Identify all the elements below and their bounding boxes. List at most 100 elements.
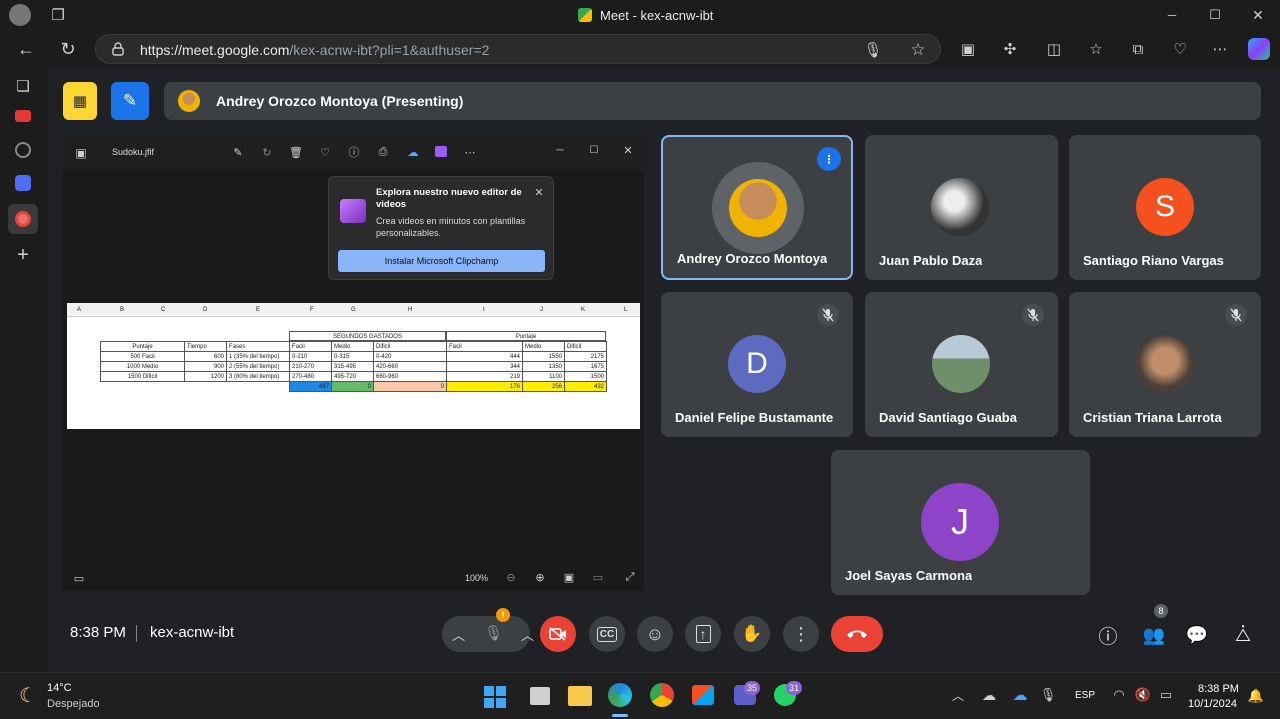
header-cell: Dificil xyxy=(373,341,447,352)
participant-tile[interactable]: David Santiago Guaba xyxy=(865,292,1058,437)
col-letter: F xyxy=(310,307,314,313)
browser-essentials-icon[interactable]: ♡ xyxy=(1170,39,1190,59)
meet-tab-active-icon[interactable] xyxy=(8,204,38,234)
wifi-icon[interactable]: ◠ xyxy=(1110,686,1128,704)
participant-name: Juan Pablo Daza xyxy=(879,253,983,268)
chat-icon[interactable]: 💬 xyxy=(1185,623,1209,647)
teams-tab-icon[interactable] xyxy=(15,175,31,191)
whatsapp-notification-badge: 31 xyxy=(786,681,803,695)
show-hidden-icons-chevron-icon[interactable]: ︿ xyxy=(950,686,966,704)
presentation-options-icon[interactable]: ▦ xyxy=(63,82,97,120)
favorites-icon[interactable]: ☆ xyxy=(1086,39,1106,59)
chrome-taskbar-icon[interactable] xyxy=(650,683,674,707)
delete-icon[interactable]: 🗑 xyxy=(289,145,303,159)
viewer-more-icon[interactable]: ⋯ xyxy=(462,145,478,159)
microphone-in-use-icon[interactable]: 🎙 xyxy=(863,41,882,59)
meeting-details-icon[interactable]: ⓘ xyxy=(1096,623,1120,648)
zoom-in-icon[interactable]: ⊕ xyxy=(533,570,547,584)
chevron-up-icon[interactable]: ︿ xyxy=(452,625,465,644)
address-bar[interactable]: https://meet.google.com/kex-acnw-ibt?pli… xyxy=(95,34,941,64)
activities-icon[interactable]: ⧊ xyxy=(1231,623,1255,647)
col-letter: B xyxy=(120,307,125,313)
whiteboard-icon[interactable]: ✎ xyxy=(111,82,149,120)
captions-button[interactable]: CC xyxy=(589,616,625,652)
youtube-tab-icon[interactable] xyxy=(15,110,31,122)
back-arrow-icon[interactable]: ← xyxy=(14,38,38,60)
viewer-close-icon[interactable]: ✕ xyxy=(621,143,635,157)
mic-tray-icon[interactable]: 🎙 xyxy=(1040,686,1057,704)
clock-date[interactable]: 10/1/2024 xyxy=(1188,698,1237,710)
clipchamp-popup: Explora nuestro nuevo editor de videos C… xyxy=(328,176,554,280)
participant-tile[interactable]: D Daniel Felipe Bustamante xyxy=(661,292,853,437)
participant-tile[interactable]: J Joel Sayas Carmona xyxy=(831,450,1090,595)
tab-actions-icon[interactable]: ❏ xyxy=(12,76,34,96)
raise-hand-button[interactable]: ✋ xyxy=(734,616,770,652)
start-button[interactable] xyxy=(484,686,506,708)
chevron-up-icon[interactable]: ︿ xyxy=(521,625,534,644)
profile-avatar[interactable] xyxy=(9,4,31,26)
participant-tile[interactable]: Cristian Triana Larrota xyxy=(1069,292,1261,437)
store-taskbar-icon[interactable] xyxy=(692,685,714,705)
copilot-icon[interactable] xyxy=(1248,38,1270,60)
info-icon[interactable]: ⓘ xyxy=(347,145,361,159)
zoom-out-icon[interactable]: ⊖ xyxy=(504,570,518,584)
input-language[interactable]: ESP xyxy=(1075,690,1095,701)
viewer-file-name: Sudoku.jfif xyxy=(112,147,155,157)
reactions-button[interactable]: ☺ xyxy=(637,616,673,652)
camera-button[interactable]: ︿ xyxy=(517,616,577,652)
minimize-button[interactable]: ─ xyxy=(1160,6,1184,24)
task-view-icon[interactable] xyxy=(530,687,550,705)
photos-app-icon: ▣ xyxy=(75,146,87,160)
table-header-row: Puntaje Tiempo Fases Facil Medio Dificil… xyxy=(100,341,607,352)
screen-share-icon[interactable]: ▣ xyxy=(958,39,978,59)
avatar-photo xyxy=(729,179,787,237)
file-explorer-icon[interactable] xyxy=(568,686,592,706)
participant-tile[interactable]: Juan Pablo Daza xyxy=(865,135,1058,280)
viewer-maximize-icon[interactable]: ☐ xyxy=(587,143,601,157)
clipchamp-icon[interactable] xyxy=(435,146,447,157)
extensions-icon[interactable]: ✣ xyxy=(1000,39,1020,59)
notification-bell-icon[interactable]: 🔔 xyxy=(1248,687,1264,705)
onedrive-icon[interactable]: ☁ xyxy=(405,145,421,159)
split-screen-icon[interactable]: ◫ xyxy=(1044,39,1064,59)
participant-tile[interactable]: ⋮ Andrey Orozco Montoya xyxy=(661,135,853,280)
participant-tile[interactable]: S Santiago Riano Vargas xyxy=(1069,135,1261,280)
fullscreen-icon[interactable]: ⤢ xyxy=(623,570,637,584)
browser-sidebar: ❏ + xyxy=(0,68,48,672)
totals-row: 487 0 0 176 256 432 xyxy=(101,381,607,392)
table-cell: 500 Facil xyxy=(100,351,185,362)
speaker-muted-icon[interactable]: 🔇 xyxy=(1134,686,1152,704)
viewer-minimize-icon[interactable]: ─ xyxy=(553,143,567,157)
collections-icon[interactable]: ⧉ xyxy=(1128,39,1148,59)
favorite-heart-icon[interactable]: ♡ xyxy=(318,145,332,159)
print-icon[interactable]: ⎙ xyxy=(376,145,390,159)
close-window-button[interactable]: ✕ xyxy=(1246,6,1270,24)
clock-time[interactable]: 8:38 PM xyxy=(1198,683,1239,695)
filmstrip-icon[interactable]: ▭ xyxy=(71,571,87,585)
rotate-icon[interactable]: ↻ xyxy=(260,145,274,159)
add-tab-icon[interactable]: + xyxy=(12,244,34,266)
maximize-button[interactable]: ☐ xyxy=(1203,6,1227,24)
hang-up-icon xyxy=(847,630,867,638)
more-options-icon[interactable]: ⋯ xyxy=(1210,39,1230,59)
onedrive-tray-icon[interactable]: ☁ xyxy=(1010,686,1030,704)
clipchamp-popup-icon xyxy=(340,199,366,223)
favorite-star-icon[interactable]: ☆ xyxy=(908,40,928,60)
present-screen-button[interactable]: ↑ xyxy=(685,616,721,652)
more-options-button[interactable]: ⋮ xyxy=(783,616,819,652)
fit-icon[interactable]: ▣ xyxy=(562,570,576,584)
reload-icon[interactable]: ↻ xyxy=(56,38,80,60)
tray-app-icon[interactable]: ☁ xyxy=(980,686,998,704)
install-clipchamp-button[interactable]: Instalar Microsoft Clipchamp xyxy=(338,250,545,272)
actual-size-icon[interactable]: ▭ xyxy=(591,570,605,584)
avatar xyxy=(1136,335,1194,393)
leave-call-button[interactable] xyxy=(831,616,883,652)
edge-taskbar-icon[interactable] xyxy=(608,683,632,707)
chatgpt-tab-icon[interactable] xyxy=(15,142,31,158)
battery-icon[interactable]: ▭ xyxy=(1157,686,1175,704)
edit-icon[interactable]: ✎ xyxy=(231,145,245,159)
people-icon[interactable]: 👥 xyxy=(1141,623,1167,647)
col-letter: L xyxy=(624,307,628,313)
workspaces-icon[interactable]: ❐ xyxy=(48,6,68,24)
popup-close-icon[interactable]: ✕ xyxy=(532,185,546,199)
